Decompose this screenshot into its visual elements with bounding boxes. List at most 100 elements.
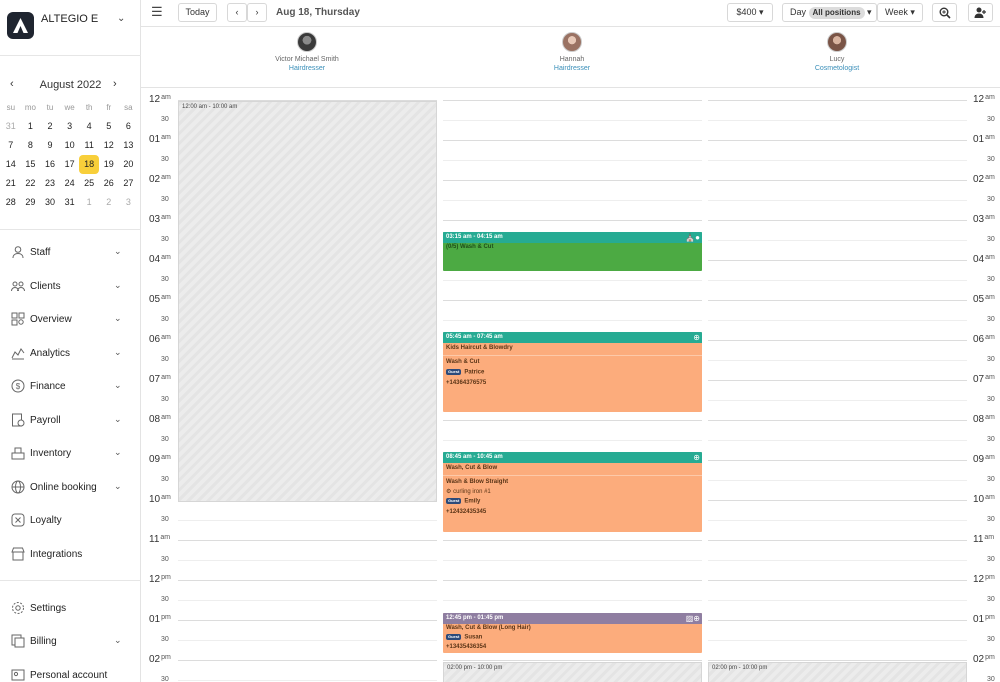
calendar-day[interactable]: 29	[21, 193, 41, 212]
non-working-block[interactable]: 02:00 pm - 10:00 pm	[708, 662, 967, 682]
half-hour-label: 30	[161, 676, 169, 682]
client-name[interactable]: Susan	[464, 635, 482, 641]
calendar-day[interactable]: 10	[60, 136, 80, 155]
next-month-icon[interactable]: ›	[113, 78, 117, 90]
client-name[interactable]: Emily	[464, 499, 480, 505]
nav-settings[interactable]: Settings	[0, 598, 141, 620]
nav-analytics[interactable]: Analytics ⌄	[0, 343, 141, 365]
calendar-day[interactable]: 31	[60, 193, 80, 212]
calendar-day[interactable]: 24	[60, 174, 80, 193]
calendar-day[interactable]: 31	[1, 117, 21, 136]
zoom-button[interactable]	[932, 3, 957, 22]
calendar-day[interactable]: 8	[21, 136, 41, 155]
nav-label: Integrations	[30, 549, 83, 560]
calendar-day[interactable]: 21	[1, 174, 21, 193]
calendar-day-selected[interactable]: 18	[79, 155, 99, 174]
view-day-positions[interactable]: Day All positions ▾	[782, 3, 877, 22]
next-day-button[interactable]: ›	[247, 3, 267, 22]
appointment-card[interactable]: 08:45 am - 10:45 am ⊕ Wash, Cut & Blow W…	[443, 452, 702, 532]
calendar-day[interactable]: 14	[1, 155, 21, 174]
calendar-day[interactable]: 28	[1, 193, 21, 212]
calendar-day[interactable]: 12	[99, 136, 119, 155]
nav-clients[interactable]: Clients ⌄	[0, 276, 141, 298]
positions-pill[interactable]: All positions	[808, 7, 865, 19]
hour-number: 08	[973, 414, 985, 425]
today-button[interactable]: Today	[178, 3, 217, 22]
add-staff-button[interactable]	[968, 3, 993, 22]
hour-ampm: am	[985, 454, 995, 461]
nav-overview[interactable]: Overview ⌄	[0, 309, 141, 331]
hour-number: 10	[973, 494, 985, 505]
staff-column-victor[interactable]: Victor Michael Smith Hairdresser	[232, 32, 382, 73]
calendar-day[interactable]: 2	[99, 193, 119, 212]
nav-inventory[interactable]: Inventory ⌄	[0, 443, 141, 465]
hour-line	[443, 100, 702, 101]
nav-payroll[interactable]: Payroll ⌄	[0, 410, 141, 432]
calendar-day[interactable]: 27	[119, 174, 139, 193]
calendar-day[interactable]: 5	[99, 117, 119, 136]
calendar-day[interactable]: 4	[79, 117, 99, 136]
analytics-icon	[11, 348, 25, 360]
hour-label-right: 02pm	[973, 654, 995, 665]
calendar-day[interactable]: 9	[40, 136, 60, 155]
appointment-card[interactable]: 12:45 pm - 01:45 pm ▨⊕ Wash, Cut & Blow …	[443, 613, 702, 653]
staff-column-hannah[interactable]: Hannah Hairdresser	[497, 32, 647, 73]
staff-column-lucy[interactable]: Lucy Cosmetologist	[762, 32, 912, 73]
calendar-day[interactable]: 15	[21, 155, 41, 174]
calendar-day[interactable]: 3	[119, 193, 139, 212]
calendar-day[interactable]: 25	[79, 174, 99, 193]
calendar-day[interactable]: 11	[79, 136, 99, 155]
calendar-day[interactable]: 30	[40, 193, 60, 212]
calendar-day[interactable]: 20	[119, 155, 139, 174]
calendar-day[interactable]: 17	[60, 155, 80, 174]
nav-billing[interactable]: Billing ⌄	[0, 631, 141, 653]
appointment-card[interactable]: 05:45 am - 07:45 am ⊕ Kids Haircut & Blo…	[443, 332, 702, 412]
add-icon[interactable]: ⊕	[693, 333, 700, 342]
calendar-day[interactable]: 1	[79, 193, 99, 212]
nav-personal-account[interactable]: Personal account	[0, 665, 141, 682]
calendar-day[interactable]: 26	[99, 174, 119, 193]
hour-ampm: am	[985, 254, 995, 261]
prev-day-button[interactable]: ‹	[227, 3, 247, 22]
staff-role: Hairdresser	[553, 65, 591, 72]
client-name[interactable]: Patrice	[464, 370, 484, 376]
add-icon[interactable]: ⊕	[693, 453, 700, 462]
non-working-block[interactable]: 12:00 am - 10:00 am	[178, 101, 437, 502]
calendar-day[interactable]: 23	[40, 174, 60, 193]
nav-finance[interactable]: $ Finance ⌄	[0, 376, 141, 398]
hamburger-menu-icon[interactable]: ☰	[151, 4, 163, 20]
non-working-block[interactable]: 02:00 pm - 10:00 pm	[443, 662, 702, 682]
service-name: Wash & Blow Straight	[446, 479, 509, 485]
calendar-day[interactable]: 1	[21, 117, 41, 136]
chevron-down-icon[interactable]: ⌄	[117, 13, 125, 24]
nav-integrations[interactable]: Integrations	[0, 544, 141, 566]
nav-online-booking[interactable]: Online booking ⌄	[0, 477, 141, 499]
calendar-day[interactable]: 16	[40, 155, 60, 174]
appointment-card[interactable]: 03:15 am - 04:15 am ⛪● (0/5) Wash & Cut	[443, 232, 702, 271]
toolbar: ☰ Today ‹ › Aug 18, Thursday $400 ▾ Day …	[141, 0, 1000, 27]
calendar-day[interactable]: 7	[1, 136, 21, 155]
nav-label: Settings	[30, 603, 67, 614]
nav-staff[interactable]: Staff ⌄	[0, 242, 141, 264]
hour-label-right: 04am	[973, 254, 995, 265]
week-dropdown[interactable]: Week ▾	[877, 3, 923, 22]
brand-switcher[interactable]: ALTEGIO E ⌄	[0, 0, 141, 56]
nav-label: Billing	[30, 636, 57, 647]
calendar-day[interactable]: 22	[21, 174, 41, 193]
calendar-day[interactable]: 6	[119, 117, 139, 136]
revenue-dropdown[interactable]: $400 ▾	[727, 3, 773, 22]
hour-label: 03am	[149, 214, 171, 225]
calendar-day[interactable]: 3	[60, 117, 80, 136]
mini-calendar: su mo tu we th fr sa 31 1 2 3 4 5 6 7 8 9 10 11 12 13 14 15 16 1…	[1, 98, 139, 212]
lock-add-icon[interactable]: ▨⊕	[686, 614, 700, 623]
hour-ampm: am	[985, 174, 995, 181]
hour-line	[708, 620, 967, 621]
calendar-day[interactable]: 19	[99, 155, 119, 174]
hour-label: 05am	[149, 294, 171, 305]
hour-line	[443, 580, 702, 581]
hour-number: 04	[973, 254, 985, 265]
hour-label-right: 07am	[973, 374, 995, 385]
calendar-day[interactable]: 2	[40, 117, 60, 136]
calendar-day[interactable]: 13	[119, 136, 139, 155]
nav-loyalty[interactable]: Loyalty	[0, 510, 141, 532]
